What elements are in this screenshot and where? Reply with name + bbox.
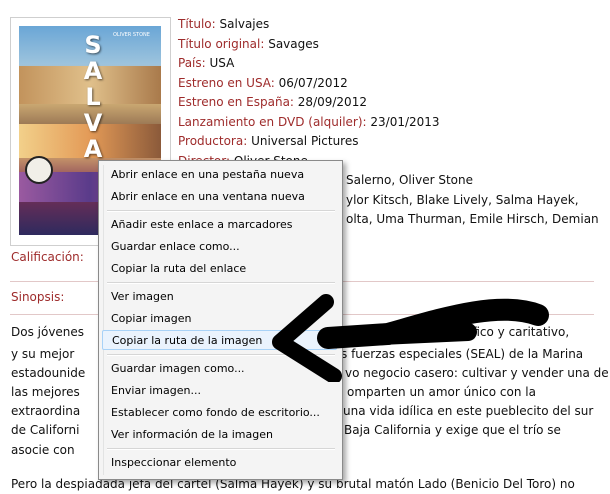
menu-item-label: Inspeccionar elemento xyxy=(111,456,237,469)
sinopsis-label: Sinopsis: xyxy=(11,290,65,304)
menu-item-label: Establecer como fondo de escritorio... xyxy=(111,406,320,419)
menu-item-label: Abrir enlace en una ventana nueva xyxy=(111,190,305,203)
synopsis-text: extraordina xyxy=(11,404,81,418)
info-value: Savages xyxy=(268,36,319,51)
synopsis-text: las mejores xyxy=(11,385,80,399)
synopsis-text: una vida idílica en este pueblecito del … xyxy=(343,404,594,418)
synopsis-text: Dos jóvenes xyxy=(11,325,85,339)
info-value: 06/07/2012 xyxy=(278,75,348,90)
synopsis-text: Baja California y exige que el trío se xyxy=(344,423,561,437)
synopsis-text: estadounide xyxy=(11,366,86,380)
info-row: Productora: Universal Pictures xyxy=(178,132,599,152)
menu-item-bookmark-link[interactable]: Añadir este enlace a marcadores xyxy=(102,215,337,235)
info-value: 23/01/2013 xyxy=(370,114,440,129)
menu-item-label: Copiar imagen xyxy=(111,312,192,325)
menu-item-label: Ver imagen xyxy=(111,290,174,303)
menu-item-save-link-as[interactable]: Guardar enlace como... xyxy=(102,237,337,257)
info-label: Título original: xyxy=(178,36,265,51)
menu-item-label: Guardar imagen como... xyxy=(111,362,245,375)
menu-separator xyxy=(107,282,335,284)
pointer-arrow-icon xyxy=(272,294,549,382)
poster-credit: OLIVER STONE xyxy=(113,32,150,38)
menu-item-label: Copiar la ruta del enlace xyxy=(111,262,247,275)
menu-item-label: Guardar enlace como... xyxy=(111,240,240,253)
info-value: ylor Kitsch, Blake Lively, Salma Hayek, xyxy=(346,192,579,207)
synopsis-text: asocie con xyxy=(11,443,75,457)
menu-item-inspect-element[interactable]: Inspeccionar elemento xyxy=(102,453,337,473)
menu-item-send-image[interactable]: Enviar imagen... xyxy=(102,381,337,401)
menu-item-label: Abrir enlace en una pestaña nueva xyxy=(111,168,305,181)
menu-item-open-link-new-tab[interactable]: Abrir enlace en una pestaña nueva xyxy=(102,165,337,185)
info-row: Lanzamiento en DVD (alquiler): 23/01/201… xyxy=(178,113,599,133)
info-value: Salvajes xyxy=(219,17,270,31)
info-value: 28/09/2012 xyxy=(297,95,367,109)
menu-item-label: Ver información de la imagen xyxy=(111,428,273,441)
synopsis-text: omparten un amor único con la xyxy=(347,385,536,399)
info-row: Título original: Savages xyxy=(178,35,599,55)
skull-graphic xyxy=(25,156,53,184)
menu-item-label: Añadir este enlace a marcadores xyxy=(111,218,293,231)
menu-item-label: Copiar la ruta de la imagen xyxy=(112,334,263,347)
info-value: USA xyxy=(209,56,235,70)
poster-letter: A xyxy=(83,57,103,85)
calificacion-label: Calificación: xyxy=(11,250,84,264)
poster-letter: L xyxy=(85,83,101,111)
menu-item-label: Enviar imagen... xyxy=(111,384,201,397)
menu-item-copy-link-location[interactable]: Copiar la ruta del enlace xyxy=(102,259,337,279)
info-value: Salerno, Oliver Stone xyxy=(346,173,473,187)
menu-item-open-link-new-window[interactable]: Abrir enlace en una ventana nueva xyxy=(102,187,337,207)
info-row: Estreno en España: 28/09/2012 xyxy=(178,93,599,113)
synopsis-text: y su mejor xyxy=(11,347,75,361)
info-row: Estreno en USA: 06/07/2012 xyxy=(178,74,599,94)
info-label: Estreno en España: xyxy=(178,95,294,109)
info-value: Universal Pictures xyxy=(251,134,359,148)
info-label: Productora: xyxy=(178,134,248,148)
menu-separator xyxy=(107,448,335,450)
menu-item-set-desktop-background[interactable]: Establecer como fondo de escritorio... xyxy=(102,403,337,423)
info-value: olta, Uma Thurman, Emile Hirsch, Demian xyxy=(346,212,599,226)
synopsis-text: de Californi xyxy=(11,423,80,437)
info-label: Título: xyxy=(178,17,216,31)
menu-item-view-image-info[interactable]: Ver información de la imagen xyxy=(102,425,337,445)
poster-title-letters: S A L V A xyxy=(79,32,107,162)
info-label: Estreno en USA: xyxy=(178,75,275,90)
info-row: Título: Salvajes xyxy=(178,15,599,35)
info-label: País: xyxy=(178,56,206,70)
poster-letter: A xyxy=(83,135,103,163)
poster-letter: V xyxy=(83,109,103,137)
info-row: País: USA xyxy=(178,54,599,74)
menu-separator xyxy=(107,210,335,212)
poster-letter: S xyxy=(84,31,102,59)
info-label: Lanzamiento en DVD (alquiler): xyxy=(178,114,367,129)
